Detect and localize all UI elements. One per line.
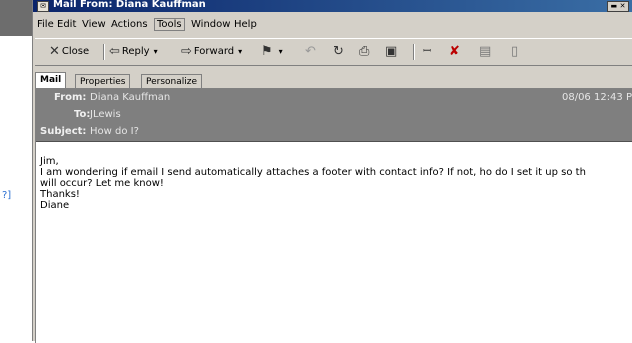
print-button[interactable]: ⎙: [359, 44, 371, 60]
flag-icon: ⚑: [261, 44, 273, 59]
body-line: Thanks!: [40, 189, 80, 200]
menu-view[interactable]: View: [82, 19, 106, 30]
from-label: From:: [54, 92, 87, 103]
background-toolbar: [0, 0, 32, 36]
tab-personalize[interactable]: Personalize: [141, 74, 203, 89]
subject-label: Subject:: [40, 126, 87, 137]
close-button[interactable]: ✕ Close: [49, 44, 89, 60]
envelope-icon: ✉: [37, 1, 49, 12]
message-header: From: Diana Kauffman 08/06 12:43 P To: J…: [36, 89, 632, 141]
body-line: will occur? Let me know!: [40, 178, 164, 189]
refresh-button[interactable]: ↻: [333, 44, 346, 60]
spell-check-icon: ꟷ: [423, 46, 432, 57]
subject-value: How do I?: [90, 126, 139, 137]
archive-icon: ▤: [479, 44, 492, 59]
more-button[interactable]: ▯: [511, 44, 520, 60]
delete-icon: ✘: [449, 44, 460, 59]
print-icon: ⎙: [359, 44, 370, 59]
forward-icon: ⇨: [181, 44, 192, 59]
window-title: Mail From: Diana Kauffman: [53, 0, 206, 10]
menu-tools[interactable]: Tools: [154, 18, 185, 31]
flag-dropdown-icon[interactable]: ▾: [279, 44, 283, 60]
menu-help[interactable]: Help: [234, 19, 257, 30]
archive-button[interactable]: ▤: [479, 44, 493, 60]
message-body[interactable]: Jim, I am wondering if email I send auto…: [36, 141, 632, 343]
menu-edit[interactable]: Edit: [57, 19, 76, 30]
save-icon: ▣: [385, 44, 398, 59]
reply-button[interactable]: ⇦ Reply ▾: [109, 44, 158, 60]
side-link[interactable]: ?]: [2, 190, 11, 201]
tab-mail[interactable]: Mail: [35, 72, 67, 89]
forward-button[interactable]: ⇨ Forward ▾: [181, 44, 242, 60]
menu-file[interactable]: File: [37, 19, 54, 30]
reply-dropdown-icon[interactable]: ▾: [154, 44, 158, 60]
previous-icon: ↶: [305, 44, 316, 59]
save-button[interactable]: ▣: [385, 44, 399, 60]
from-value[interactable]: Diana Kauffman: [90, 92, 170, 103]
delete-button[interactable]: ✘: [449, 44, 462, 60]
menu-actions[interactable]: Actions: [111, 19, 148, 30]
message-panel: From: Diana Kauffman 08/06 12:43 P To: J…: [35, 88, 632, 343]
menu-window[interactable]: Window: [191, 19, 230, 30]
body-line: I am wondering if email I send automatic…: [40, 167, 586, 178]
body-line: Diane: [40, 200, 70, 211]
background-window: ?]: [0, 0, 32, 341]
spell-check-button[interactable]: ꟷ: [423, 44, 433, 60]
mail-window: ✉ Mail From: Diana Kauffman ▬ ✕ File Edi…: [32, 0, 632, 343]
forward-dropdown-icon[interactable]: ▾: [238, 44, 242, 60]
flag-button[interactable]: ⚑ ▾: [261, 44, 283, 60]
toolbar-separator: [103, 44, 105, 60]
to-label: To:: [74, 109, 91, 120]
title-bar[interactable]: ✉ Mail From: Diana Kauffman ▬ ✕: [33, 0, 632, 12]
to-value[interactable]: JLewis: [90, 109, 121, 120]
tab-properties[interactable]: Properties: [75, 74, 131, 89]
window-controls[interactable]: ▬ ✕: [607, 1, 629, 12]
more-icon: ▯: [511, 44, 519, 59]
close-icon: ✕: [49, 44, 60, 59]
message-date: 08/06 12:43 P: [561, 92, 632, 103]
toolbar-separator: [413, 44, 415, 60]
reply-icon: ⇦: [109, 44, 120, 59]
menu-bar: File Edit View Actions Tools Window Help: [33, 14, 632, 36]
previous-button[interactable]: ↶: [305, 44, 318, 60]
tab-strip: Mail Properties Personalize: [33, 70, 632, 89]
toolbar: ✕ Close ⇦ Reply ▾ ⇨ Forward ▾ ⚑ ▾ ↶ ↻ ⎙ …: [35, 38, 632, 66]
body-line: Jim,: [40, 156, 59, 167]
refresh-icon: ↻: [333, 44, 344, 59]
